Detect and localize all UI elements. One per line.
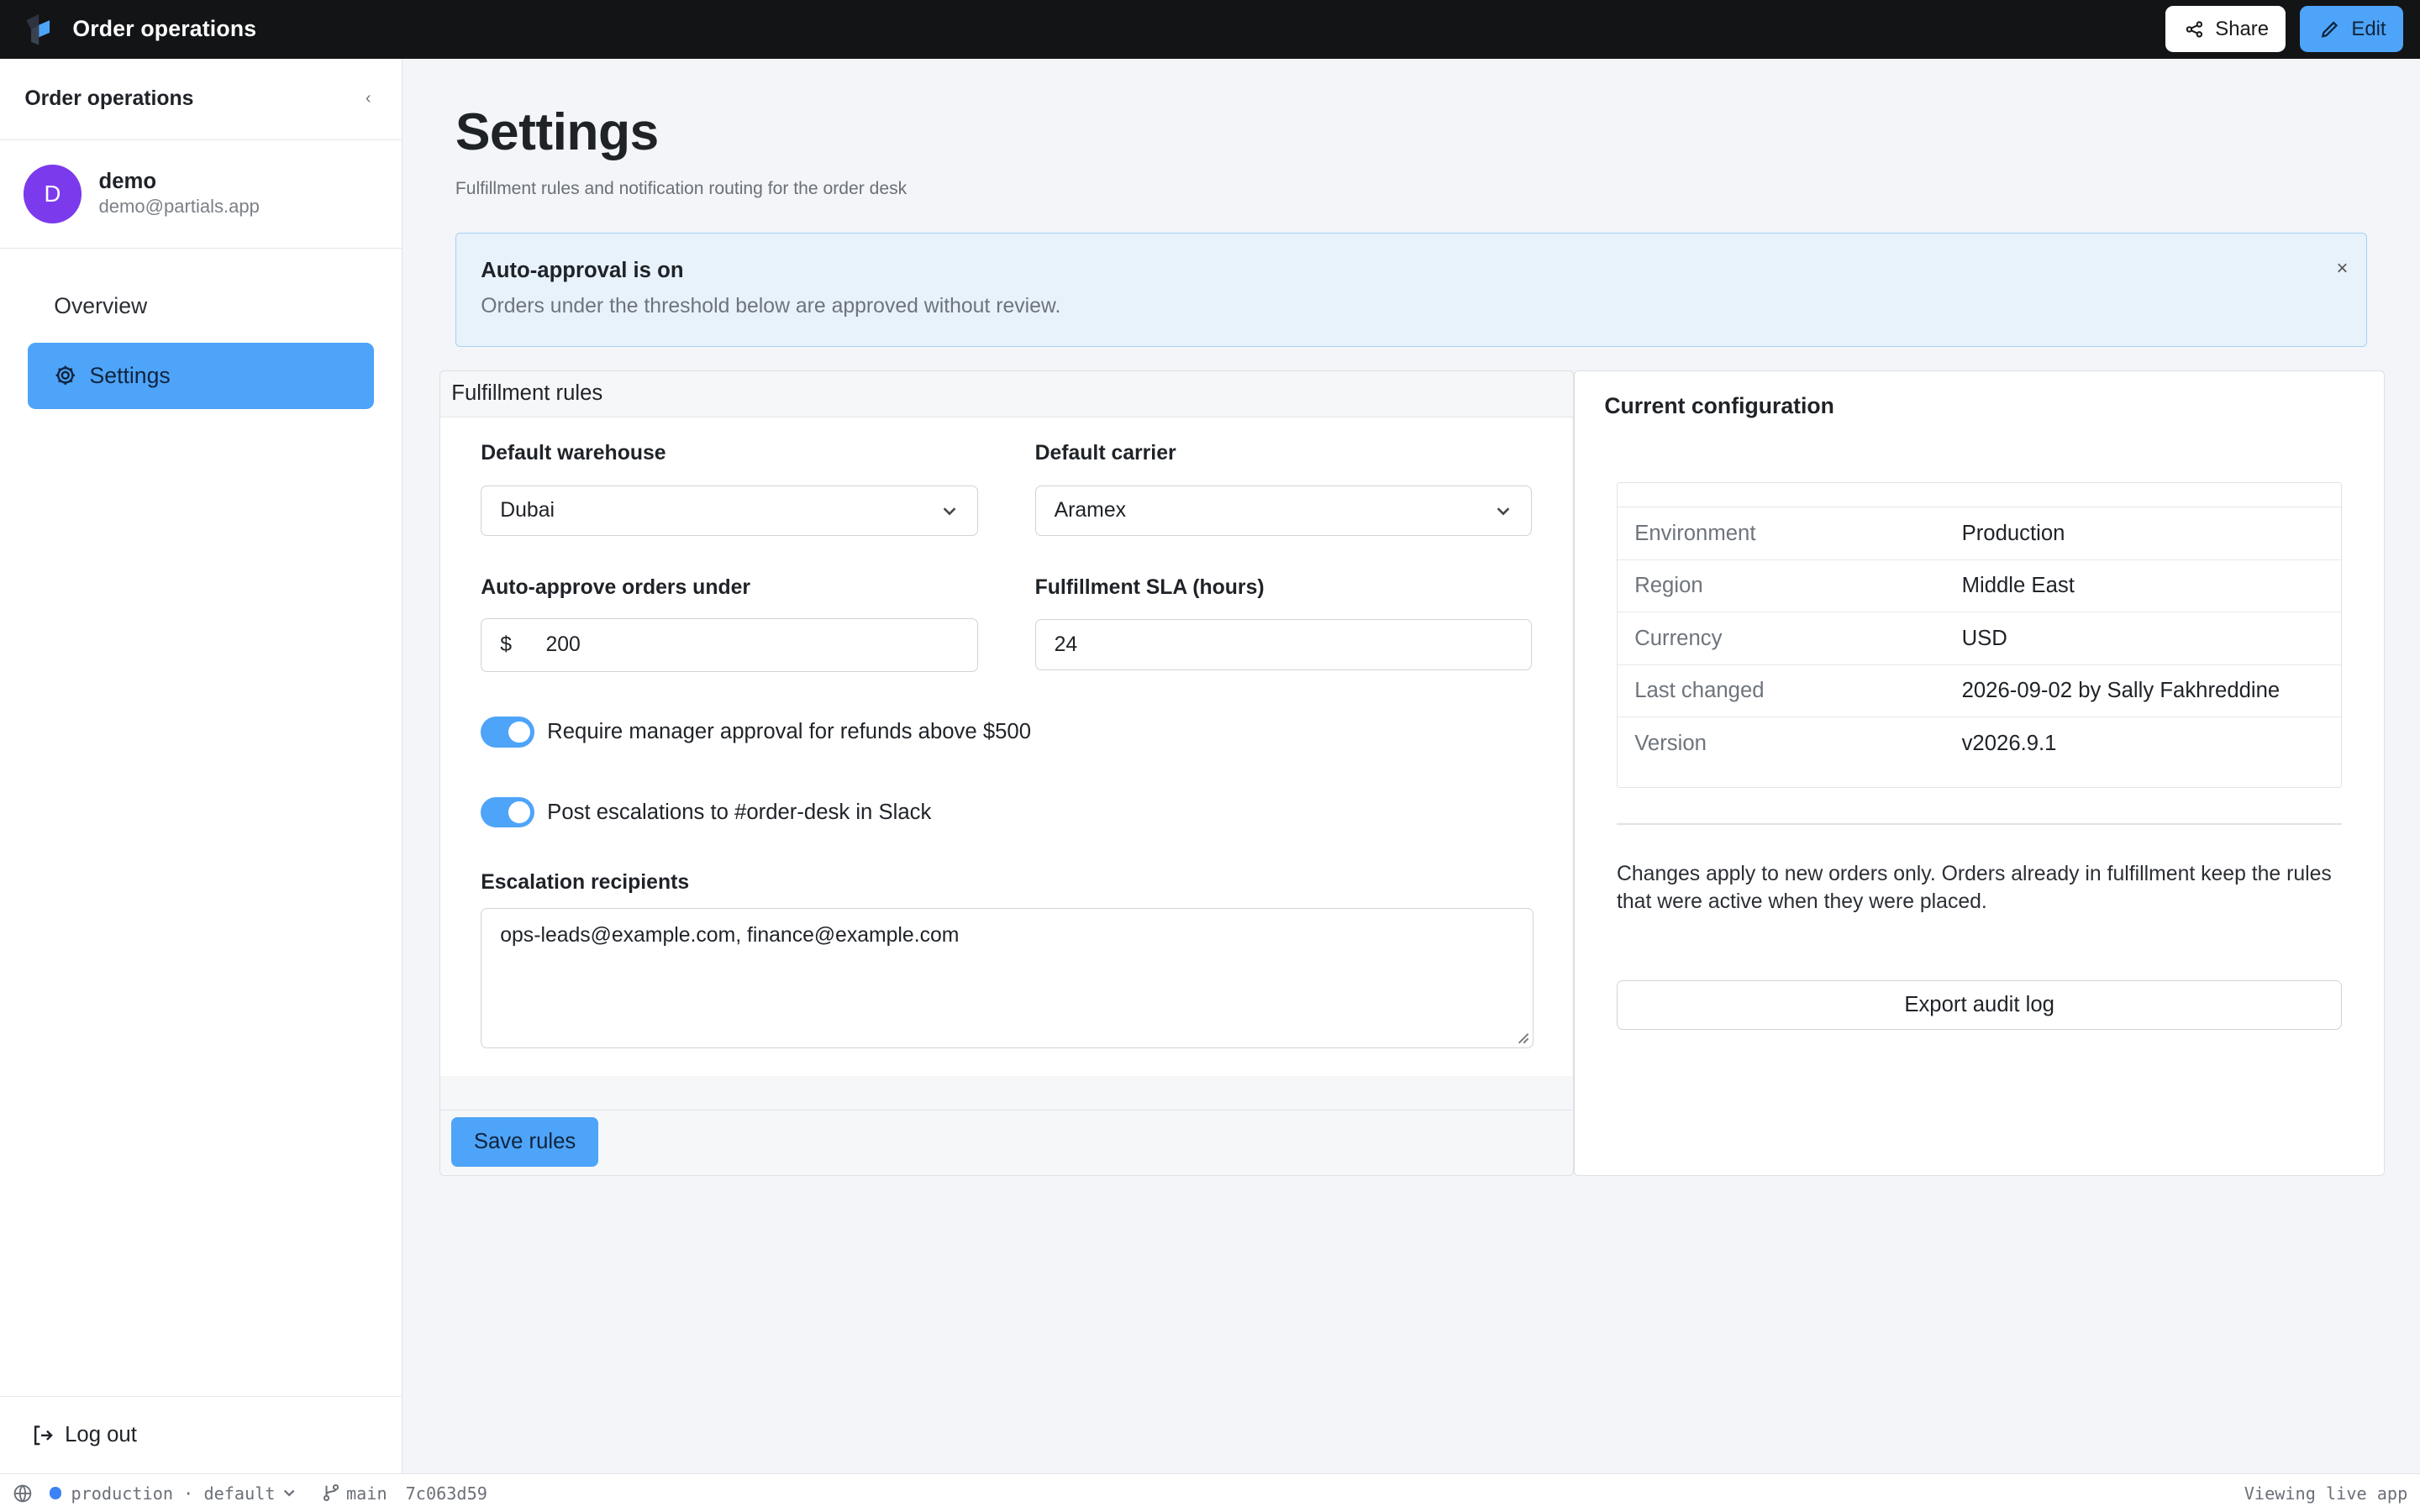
auto-approve-value: 200 — [545, 633, 581, 656]
carrier-select[interactable]: Aramex — [1034, 485, 1532, 537]
warehouse-label: Default warehouse — [481, 442, 666, 465]
app-logo-icon — [26, 13, 50, 45]
auto-approve-input[interactable]: $ 200 — [481, 617, 978, 672]
logout-button[interactable]: Log out — [0, 1396, 402, 1473]
edit-label: Edit — [2351, 17, 2386, 40]
gear-icon — [55, 365, 76, 386]
user-info: demo demo@partials.app — [99, 170, 260, 218]
chevron-down-icon — [1497, 507, 1510, 516]
export-audit-log-button[interactable]: Export audit log — [1617, 980, 2343, 1031]
rules-form: Default warehouse Dubai Default carrier … — [440, 417, 1572, 1077]
card-title: Current configuration — [1604, 392, 1834, 418]
page-title: Settings — [455, 102, 659, 162]
app-title: Order operations — [72, 16, 257, 42]
current-configuration-card: Current configuration Environment Produc… — [1574, 370, 2385, 1176]
sidebar-item-settings[interactable]: Settings — [28, 342, 375, 409]
sidebar-nav: Overview Settings — [0, 249, 402, 437]
config-row: Last changed 2026-09-02 by Sally Fakhred… — [1618, 665, 2342, 718]
config-value: v2026.9.1 — [1961, 731, 2057, 755]
sidebar-item-label: Settings — [89, 362, 171, 388]
status-bar: production · default main 7c063d59 Viewi… — [0, 1473, 2420, 1512]
close-icon[interactable]: × — [2337, 257, 2349, 281]
sidebar-item-overview[interactable]: Overview — [28, 273, 374, 339]
config-value: USD — [1961, 626, 2007, 650]
avatar: D — [23, 165, 82, 223]
share-label: Share — [2215, 17, 2269, 40]
environment-status-dot — [49, 1487, 62, 1499]
sla-value: 24 — [1054, 633, 1078, 656]
globe-icon — [13, 1484, 31, 1502]
collapse-sidebar-icon[interactable]: ‹ — [366, 89, 371, 108]
chevron-down-icon — [283, 1489, 295, 1497]
config-table: Environment Production Region Middle Eas… — [1617, 482, 2343, 788]
user-name: demo — [98, 170, 157, 194]
git-branch-icon — [323, 1484, 339, 1502]
environment-label: production · default — [71, 1483, 276, 1504]
refund-approval-toggle[interactable] — [481, 717, 535, 748]
config-row: Environment Production — [1618, 507, 2342, 560]
warehouse-value: Dubai — [500, 499, 555, 522]
edit-button[interactable]: Edit — [2299, 6, 2403, 53]
logout-label: Log out — [65, 1423, 137, 1447]
page-subtitle: Fulfillment rules and notification routi… — [455, 179, 908, 199]
sidebar-item-label: Overview — [54, 293, 148, 319]
config-key: Region — [1634, 574, 1703, 598]
user-card: D demo demo@partials.app — [0, 140, 402, 249]
slack-escalation-row: Post escalations to #order-desk in Slack — [481, 796, 932, 828]
sidebar-title: Order operations — [24, 87, 194, 110]
recipients-textarea[interactable]: ops-leads@example.com, finance@example.c… — [481, 907, 1534, 1049]
sidebar: Order operations ‹ D demo demo@partials.… — [0, 58, 403, 1474]
fulfillment-rules-card: Fulfillment rules Default warehouse Duba… — [439, 370, 1575, 1176]
carrier-label: Default carrier — [1034, 442, 1176, 465]
currency-prefix: $ — [500, 633, 513, 656]
divider — [1617, 822, 2343, 825]
slack-escalation-toggle[interactable] — [481, 796, 535, 828]
config-row: Version v2026.9.1 — [1618, 717, 2341, 769]
config-value: 2026-09-02 by Sally Fakhreddine — [1961, 678, 2281, 702]
config-key: Currency — [1634, 626, 1723, 650]
chevron-down-icon — [943, 507, 955, 516]
environment-selector[interactable]: production · default — [71, 1483, 297, 1504]
config-key: Last changed — [1634, 678, 1765, 702]
recipients-value: ops-leads@example.com, finance@example.c… — [500, 924, 960, 948]
info-alert: Auto-approval is on Orders under the thr… — [455, 233, 2368, 348]
config-value: Production — [1961, 521, 2065, 545]
topbar-actions: Share Edit — [2165, 6, 2403, 53]
view-mode-label: Viewing live app — [2244, 1483, 2408, 1504]
share-button[interactable]: Share — [2165, 6, 2286, 53]
logout-icon — [34, 1425, 53, 1446]
sla-label: Fulfillment SLA (hours) — [1034, 576, 1265, 600]
alert-body: Orders under the threshold below are app… — [481, 295, 1061, 318]
recipients-label: Escalation recipients — [481, 870, 690, 894]
warehouse-select[interactable]: Dubai — [481, 485, 978, 537]
branch-name: main — [346, 1483, 387, 1504]
config-value: Middle East — [1961, 574, 2075, 598]
resize-handle-icon[interactable] — [1516, 1031, 1530, 1045]
config-key: Version — [1634, 731, 1707, 755]
sla-input[interactable]: 24 — [1034, 619, 1532, 671]
user-email: demo@partials.app — [98, 196, 260, 218]
toggle-label: Post escalations to #order-desk in Slack — [547, 800, 932, 824]
pencil-icon — [2321, 21, 2338, 38]
config-key: Environment — [1634, 521, 1756, 545]
toggle-label: Require manager approval for refunds abo… — [547, 720, 1032, 744]
config-table-header — [1618, 483, 2342, 508]
config-note: Changes apply to new orders only. Orders… — [1617, 863, 2332, 914]
alert-title: Auto-approval is on — [481, 258, 684, 282]
top-bar: Order operations Share Edit — [0, 0, 2420, 59]
card-title: Fulfillment rules — [440, 371, 1574, 417]
auto-approve-label: Auto-approve orders under — [481, 576, 751, 600]
rules-footer: Save rules — [440, 1110, 1572, 1174]
sidebar-header: Order operations ‹ — [0, 59, 402, 141]
config-row: Currency USD — [1618, 612, 2342, 665]
branch-indicator: main — [322, 1483, 387, 1504]
config-row: Region Middle East — [1618, 560, 2342, 613]
share-icon — [2186, 21, 2202, 38]
refund-approval-row: Require manager approval for refunds abo… — [481, 717, 1031, 748]
save-rules-button[interactable]: Save rules — [451, 1116, 598, 1167]
commit-hash: 7c063d59 — [405, 1483, 487, 1504]
carrier-value: Aramex — [1054, 499, 1126, 522]
